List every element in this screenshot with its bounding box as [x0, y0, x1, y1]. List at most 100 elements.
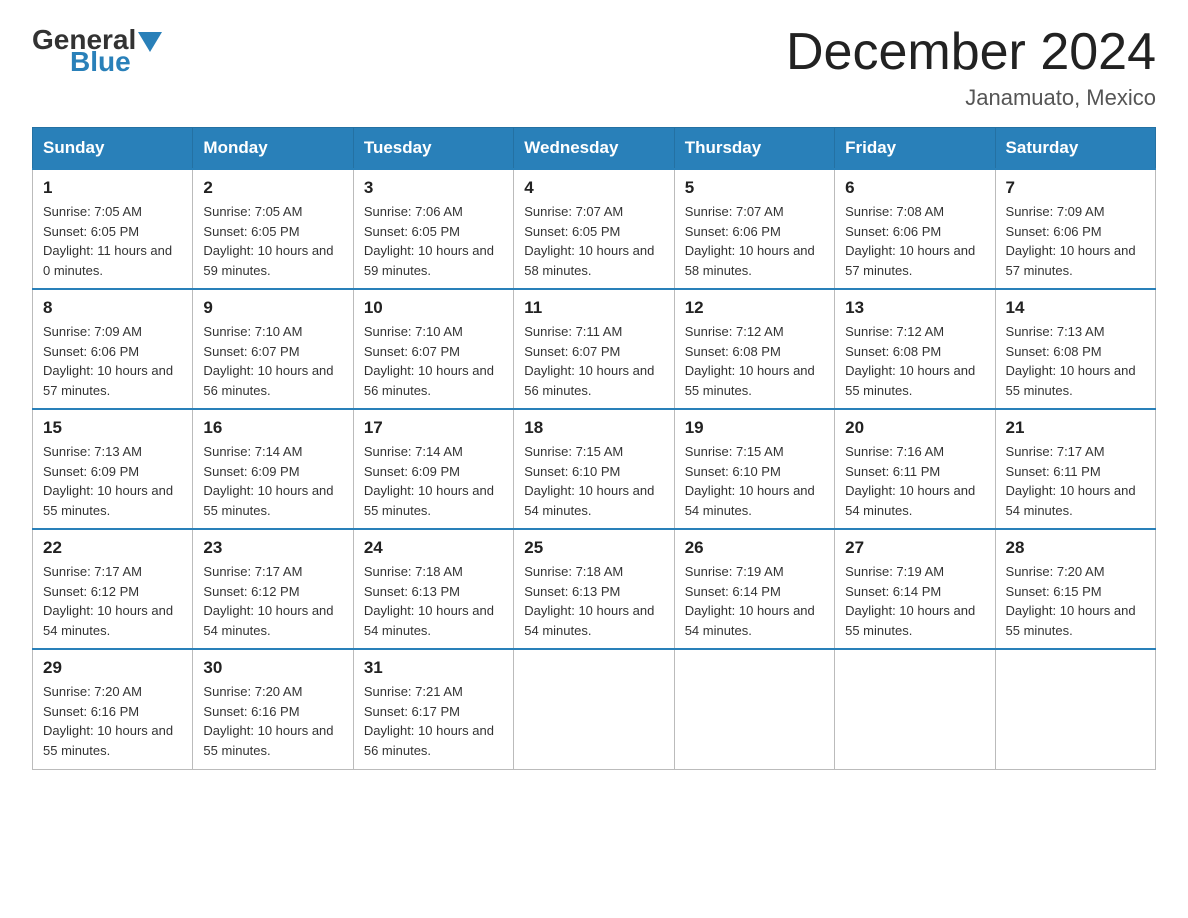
calendar-week-row: 8 Sunrise: 7:09 AMSunset: 6:06 PMDayligh… [33, 289, 1156, 409]
calendar-cell: 31 Sunrise: 7:21 AMSunset: 6:17 PMDaylig… [353, 649, 513, 769]
day-number: 27 [845, 538, 984, 558]
day-info: Sunrise: 7:19 AMSunset: 6:14 PMDaylight:… [845, 564, 975, 638]
day-info: Sunrise: 7:11 AMSunset: 6:07 PMDaylight:… [524, 324, 654, 398]
calendar-cell: 18 Sunrise: 7:15 AMSunset: 6:10 PMDaylig… [514, 409, 674, 529]
calendar-cell: 3 Sunrise: 7:06 AMSunset: 6:05 PMDayligh… [353, 169, 513, 289]
day-number: 16 [203, 418, 342, 438]
calendar-week-row: 15 Sunrise: 7:13 AMSunset: 6:09 PMDaylig… [33, 409, 1156, 529]
calendar-cell [674, 649, 834, 769]
day-info: Sunrise: 7:20 AMSunset: 6:15 PMDaylight:… [1006, 564, 1136, 638]
day-info: Sunrise: 7:17 AMSunset: 6:12 PMDaylight:… [203, 564, 333, 638]
day-number: 17 [364, 418, 503, 438]
day-number: 14 [1006, 298, 1145, 318]
day-info: Sunrise: 7:10 AMSunset: 6:07 PMDaylight:… [364, 324, 494, 398]
calendar-cell: 11 Sunrise: 7:11 AMSunset: 6:07 PMDaylig… [514, 289, 674, 409]
day-number: 1 [43, 178, 182, 198]
calendar-cell: 7 Sunrise: 7:09 AMSunset: 6:06 PMDayligh… [995, 169, 1155, 289]
day-info: Sunrise: 7:15 AMSunset: 6:10 PMDaylight:… [685, 444, 815, 518]
calendar-cell: 29 Sunrise: 7:20 AMSunset: 6:16 PMDaylig… [33, 649, 193, 769]
day-number: 10 [364, 298, 503, 318]
calendar-cell: 30 Sunrise: 7:20 AMSunset: 6:16 PMDaylig… [193, 649, 353, 769]
calendar-cell: 15 Sunrise: 7:13 AMSunset: 6:09 PMDaylig… [33, 409, 193, 529]
day-info: Sunrise: 7:09 AMSunset: 6:06 PMDaylight:… [43, 324, 173, 398]
day-number: 7 [1006, 178, 1145, 198]
day-info: Sunrise: 7:08 AMSunset: 6:06 PMDaylight:… [845, 204, 975, 278]
day-info: Sunrise: 7:18 AMSunset: 6:13 PMDaylight:… [364, 564, 494, 638]
calendar-week-row: 29 Sunrise: 7:20 AMSunset: 6:16 PMDaylig… [33, 649, 1156, 769]
logo-triangle-icon [138, 32, 162, 52]
day-info: Sunrise: 7:06 AMSunset: 6:05 PMDaylight:… [364, 204, 494, 278]
day-number: 24 [364, 538, 503, 558]
calendar-body: 1 Sunrise: 7:05 AMSunset: 6:05 PMDayligh… [33, 169, 1156, 769]
day-info: Sunrise: 7:07 AMSunset: 6:05 PMDaylight:… [524, 204, 654, 278]
day-number: 15 [43, 418, 182, 438]
day-number: 3 [364, 178, 503, 198]
day-info: Sunrise: 7:10 AMSunset: 6:07 PMDaylight:… [203, 324, 333, 398]
calendar-cell: 17 Sunrise: 7:14 AMSunset: 6:09 PMDaylig… [353, 409, 513, 529]
day-info: Sunrise: 7:12 AMSunset: 6:08 PMDaylight:… [685, 324, 815, 398]
day-info: Sunrise: 7:13 AMSunset: 6:09 PMDaylight:… [43, 444, 173, 518]
calendar-cell: 28 Sunrise: 7:20 AMSunset: 6:15 PMDaylig… [995, 529, 1155, 649]
calendar-cell [514, 649, 674, 769]
day-number: 5 [685, 178, 824, 198]
calendar-week-row: 1 Sunrise: 7:05 AMSunset: 6:05 PMDayligh… [33, 169, 1156, 289]
day-number: 21 [1006, 418, 1145, 438]
day-number: 22 [43, 538, 182, 558]
day-number: 2 [203, 178, 342, 198]
day-info: Sunrise: 7:15 AMSunset: 6:10 PMDaylight:… [524, 444, 654, 518]
calendar-subtitle: Janamuato, Mexico [786, 85, 1156, 111]
page-header: General Blue December 2024 Janamuato, Me… [32, 24, 1156, 111]
day-info: Sunrise: 7:14 AMSunset: 6:09 PMDaylight:… [364, 444, 494, 518]
day-number: 19 [685, 418, 824, 438]
calendar-cell: 25 Sunrise: 7:18 AMSunset: 6:13 PMDaylig… [514, 529, 674, 649]
day-number: 9 [203, 298, 342, 318]
calendar-cell: 19 Sunrise: 7:15 AMSunset: 6:10 PMDaylig… [674, 409, 834, 529]
calendar-title: December 2024 [786, 24, 1156, 81]
calendar-cell: 8 Sunrise: 7:09 AMSunset: 6:06 PMDayligh… [33, 289, 193, 409]
day-number: 23 [203, 538, 342, 558]
header-row: Sunday Monday Tuesday Wednesday Thursday… [33, 128, 1156, 170]
day-info: Sunrise: 7:19 AMSunset: 6:14 PMDaylight:… [685, 564, 815, 638]
calendar-cell: 23 Sunrise: 7:17 AMSunset: 6:12 PMDaylig… [193, 529, 353, 649]
logo: General Blue [32, 24, 164, 78]
header-thursday: Thursday [674, 128, 834, 170]
calendar-cell: 5 Sunrise: 7:07 AMSunset: 6:06 PMDayligh… [674, 169, 834, 289]
calendar-cell: 24 Sunrise: 7:18 AMSunset: 6:13 PMDaylig… [353, 529, 513, 649]
calendar-cell: 22 Sunrise: 7:17 AMSunset: 6:12 PMDaylig… [33, 529, 193, 649]
day-info: Sunrise: 7:14 AMSunset: 6:09 PMDaylight:… [203, 444, 333, 518]
calendar-header: Sunday Monday Tuesday Wednesday Thursday… [33, 128, 1156, 170]
day-number: 25 [524, 538, 663, 558]
day-info: Sunrise: 7:05 AMSunset: 6:05 PMDaylight:… [43, 204, 172, 278]
title-block: December 2024 Janamuato, Mexico [786, 24, 1156, 111]
day-number: 13 [845, 298, 984, 318]
day-number: 26 [685, 538, 824, 558]
day-info: Sunrise: 7:18 AMSunset: 6:13 PMDaylight:… [524, 564, 654, 638]
day-info: Sunrise: 7:16 AMSunset: 6:11 PMDaylight:… [845, 444, 975, 518]
calendar-cell: 4 Sunrise: 7:07 AMSunset: 6:05 PMDayligh… [514, 169, 674, 289]
day-info: Sunrise: 7:21 AMSunset: 6:17 PMDaylight:… [364, 684, 494, 758]
header-tuesday: Tuesday [353, 128, 513, 170]
calendar-table: Sunday Monday Tuesday Wednesday Thursday… [32, 127, 1156, 770]
calendar-cell: 1 Sunrise: 7:05 AMSunset: 6:05 PMDayligh… [33, 169, 193, 289]
calendar-cell: 16 Sunrise: 7:14 AMSunset: 6:09 PMDaylig… [193, 409, 353, 529]
calendar-cell: 12 Sunrise: 7:12 AMSunset: 6:08 PMDaylig… [674, 289, 834, 409]
calendar-cell: 2 Sunrise: 7:05 AMSunset: 6:05 PMDayligh… [193, 169, 353, 289]
header-friday: Friday [835, 128, 995, 170]
calendar-cell: 10 Sunrise: 7:10 AMSunset: 6:07 PMDaylig… [353, 289, 513, 409]
day-number: 18 [524, 418, 663, 438]
calendar-cell: 26 Sunrise: 7:19 AMSunset: 6:14 PMDaylig… [674, 529, 834, 649]
day-number: 4 [524, 178, 663, 198]
day-info: Sunrise: 7:07 AMSunset: 6:06 PMDaylight:… [685, 204, 815, 278]
calendar-week-row: 22 Sunrise: 7:17 AMSunset: 6:12 PMDaylig… [33, 529, 1156, 649]
day-number: 20 [845, 418, 984, 438]
header-sunday: Sunday [33, 128, 193, 170]
day-number: 11 [524, 298, 663, 318]
calendar-cell: 21 Sunrise: 7:17 AMSunset: 6:11 PMDaylig… [995, 409, 1155, 529]
calendar-cell: 9 Sunrise: 7:10 AMSunset: 6:07 PMDayligh… [193, 289, 353, 409]
day-info: Sunrise: 7:12 AMSunset: 6:08 PMDaylight:… [845, 324, 975, 398]
day-info: Sunrise: 7:05 AMSunset: 6:05 PMDaylight:… [203, 204, 333, 278]
day-number: 28 [1006, 538, 1145, 558]
day-number: 30 [203, 658, 342, 678]
calendar-cell: 27 Sunrise: 7:19 AMSunset: 6:14 PMDaylig… [835, 529, 995, 649]
header-monday: Monday [193, 128, 353, 170]
